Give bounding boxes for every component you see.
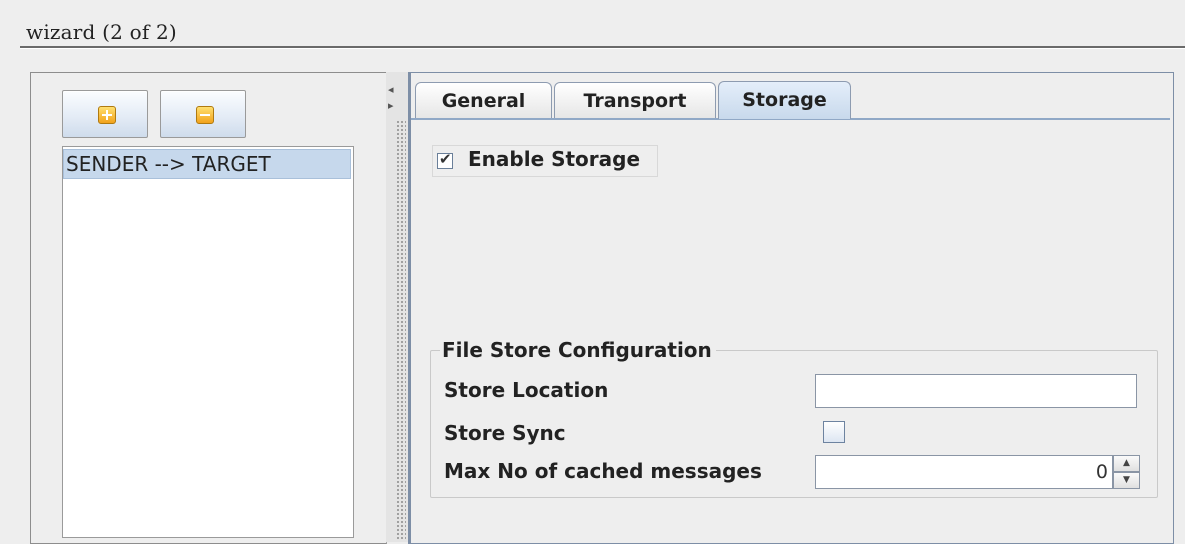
add-button[interactable]	[62, 90, 148, 138]
window-title: wizard (2 of 2)	[26, 20, 177, 44]
checkmark-icon: ✔	[439, 150, 452, 168]
store-sync-checkbox[interactable]	[823, 421, 845, 443]
remove-button[interactable]	[160, 90, 246, 138]
enable-storage-checkbox[interactable]: ✔ Enable Storage	[432, 145, 658, 177]
enable-storage-checkbox-box[interactable]: ✔	[437, 150, 453, 169]
tab-transport[interactable]: Transport	[554, 82, 716, 118]
file-store-config-title: File Store Configuration	[440, 338, 716, 362]
max-cached-messages-label: Max No of cached messages	[444, 459, 762, 483]
store-location-input[interactable]	[815, 374, 1137, 408]
max-cached-messages-spinner[interactable]: 0	[815, 455, 1113, 489]
store-sync-label: Store Sync	[444, 421, 566, 445]
title-divider-highlight	[20, 48, 1185, 49]
tab-storage[interactable]: Storage	[718, 81, 851, 119]
collapse-left-arrow-icon[interactable]: ◂	[388, 84, 394, 95]
tab-general[interactable]: General	[415, 82, 552, 118]
splitter-grip[interactable]	[396, 120, 406, 540]
list-item[interactable]: SENDER --> TARGET	[63, 149, 351, 179]
spinner-up-arrow-icon[interactable]: ▲	[1113, 455, 1140, 472]
store-location-label: Store Location	[444, 378, 609, 402]
mapping-list[interactable]: SENDER --> TARGET	[62, 146, 354, 538]
enable-storage-label: Enable Storage	[468, 147, 641, 171]
expand-right-arrow-icon[interactable]: ▸	[388, 100, 394, 111]
plus-icon	[98, 106, 116, 124]
spinner-down-arrow-icon[interactable]: ▼	[1113, 472, 1140, 489]
minus-icon	[196, 106, 214, 124]
